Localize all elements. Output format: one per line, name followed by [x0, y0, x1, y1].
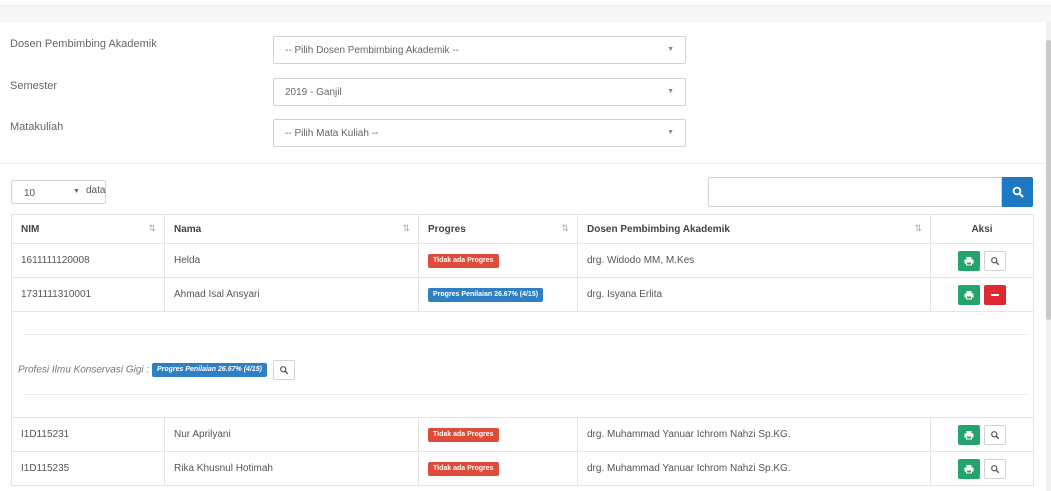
cell-nama: Rika Khusnul Hotimah	[164, 451, 419, 486]
column-header-label: Nama	[174, 223, 202, 235]
cell-progres: Progres Penilaian 26.67% (4/15)	[418, 277, 578, 312]
dosen-label: Dosen Pembimbing Akademik	[10, 38, 157, 50]
sort-icon: ⇅	[148, 223, 156, 233]
cell-aksi	[930, 451, 1034, 486]
table-row: 1611111120008 Helda Tidak ada Progres dr…	[11, 243, 1034, 278]
scrollbar-thumb[interactable]	[1046, 40, 1051, 320]
cell-aksi	[930, 243, 1034, 278]
cell-progres: Tidak ada Progres	[418, 417, 578, 452]
matakuliah-select[interactable]: -- Pilih Mata Kuliah -- ▼	[273, 119, 686, 147]
search-icon	[991, 256, 1000, 265]
detail-course: Profesi Ilmu Konservasi Gigi : Progres P…	[18, 360, 296, 380]
table-row: 1731111310001 Ahmad Isal Ansyari Progres…	[11, 277, 1034, 312]
column-header-label: Dosen Pembimbing Akademik	[587, 223, 730, 235]
sort-icon: ⇅	[561, 223, 569, 233]
semester-select-value: 2019 - Ganjil	[285, 87, 342, 98]
print-icon	[964, 256, 974, 265]
dosen-select-value: -- Pilih Dosen Pembimbing Akademik --	[285, 45, 459, 56]
detail-divider	[23, 394, 1028, 395]
sort-icon: ⇅	[914, 223, 922, 233]
chevron-down-icon: ▼	[667, 88, 674, 95]
table-row: I1D115231 Nur Aprilyani Tidak ada Progre…	[11, 417, 1034, 452]
semester-select[interactable]: 2019 - Ganjil ▼	[273, 78, 686, 106]
chevron-down-icon: ▼	[73, 188, 80, 195]
view-button[interactable]	[984, 250, 1007, 271]
cell-nim: 1611111120008	[11, 243, 165, 278]
print-button[interactable]	[957, 458, 980, 479]
minus-icon	[991, 293, 1000, 296]
view-button[interactable]	[984, 458, 1007, 479]
column-header-nama[interactable]: Nama ⇅	[164, 214, 419, 244]
table-search-button[interactable]	[1002, 177, 1033, 207]
cell-dosen: drg. Widodo MM, M.Kes	[577, 243, 931, 278]
semester-label: Semester	[10, 80, 58, 92]
students-table: NIM ⇅ Nama ⇅ Progres ⇅ Dosen Pembimbing Aka…	[11, 214, 1034, 486]
search-icon	[279, 366, 288, 375]
detail-divider	[23, 334, 1028, 335]
status-badge: Tidak ada Progres	[428, 427, 499, 442]
status-badge: Progres Penilaian 26.67% (4/15)	[428, 287, 544, 302]
cell-nama: Helda	[164, 243, 419, 278]
cell-nim: I1D115235	[11, 451, 165, 486]
dosen-select[interactable]: -- Pilih Dosen Pembimbing Akademik -- ▼	[273, 36, 686, 64]
column-header-label: NIM	[21, 223, 40, 235]
cell-progres: Tidak ada Progres	[418, 243, 578, 278]
search-icon	[991, 430, 1000, 439]
cell-aksi	[930, 417, 1034, 452]
print-button[interactable]	[957, 284, 980, 305]
search-icon	[991, 464, 1000, 473]
cell-aksi	[930, 277, 1034, 312]
print-button[interactable]	[957, 424, 980, 445]
table-header-row: NIM ⇅ Nama ⇅ Progres ⇅ Dosen Pembimbing Aka…	[11, 214, 1034, 244]
cell-nim: I1D115231	[11, 417, 165, 452]
column-header-label: Progres	[428, 223, 466, 235]
cell-dosen: drg. Muhammad Yanuar Ichrom Nahzi Sp.KG.	[577, 451, 931, 486]
column-header-dosen[interactable]: Dosen Pembimbing Akademik ⇅	[577, 214, 931, 244]
page-length-suffix: data	[86, 185, 106, 196]
view-button[interactable]	[984, 424, 1007, 445]
print-button[interactable]	[957, 250, 980, 271]
page-length-value: 10	[24, 188, 36, 199]
print-icon	[964, 290, 974, 299]
cell-dosen: drg. Muhammad Yanuar Ichrom Nahzi Sp.KG.	[577, 417, 931, 452]
cell-progres: Tidak ada Progres	[418, 451, 578, 486]
chevron-down-icon: ▼	[667, 46, 674, 53]
cell-nim: 1731111310001	[11, 277, 165, 312]
sort-icon: ⇅	[402, 223, 410, 233]
table-row-detail: Profesi Ilmu Konservasi Gigi : Progres P…	[11, 311, 1034, 418]
column-header-label: Aksi	[971, 223, 993, 235]
table-row: I1D115235 Rika Khusnul Hotimah Tidak ada…	[11, 451, 1034, 486]
print-icon	[964, 464, 974, 473]
matakuliah-select-value: -- Pilih Mata Kuliah --	[285, 128, 379, 139]
matakuliah-label: Matakuliah	[10, 121, 64, 133]
status-badge: Progres Penilaian 26.67% (4/15)	[151, 363, 268, 377]
detail-cell: Profesi Ilmu Konservasi Gigi : Progres P…	[11, 311, 1034, 418]
detail-course-label: Profesi Ilmu Konservasi Gigi :	[18, 364, 150, 376]
column-header-nim[interactable]: NIM ⇅	[11, 214, 165, 244]
print-icon	[964, 430, 974, 439]
section-divider	[0, 163, 1046, 164]
status-badge: Tidak ada Progres	[428, 253, 499, 268]
cell-dosen: drg. Isyana Erlita	[577, 277, 931, 312]
search-icon	[1012, 186, 1024, 198]
view-button[interactable]	[272, 360, 295, 380]
status-badge: Tidak ada Progres	[428, 461, 499, 476]
cell-nama: Nur Aprilyani	[164, 417, 419, 452]
column-header-progres[interactable]: Progres ⇅	[418, 214, 578, 244]
cell-nama: Ahmad Isal Ansyari	[164, 277, 419, 312]
top-bar	[0, 0, 1051, 6]
collapse-button[interactable]	[984, 284, 1007, 305]
table-search-input[interactable]	[708, 177, 1002, 207]
column-header-aksi: Aksi	[930, 214, 1034, 244]
chevron-down-icon: ▼	[667, 129, 674, 136]
